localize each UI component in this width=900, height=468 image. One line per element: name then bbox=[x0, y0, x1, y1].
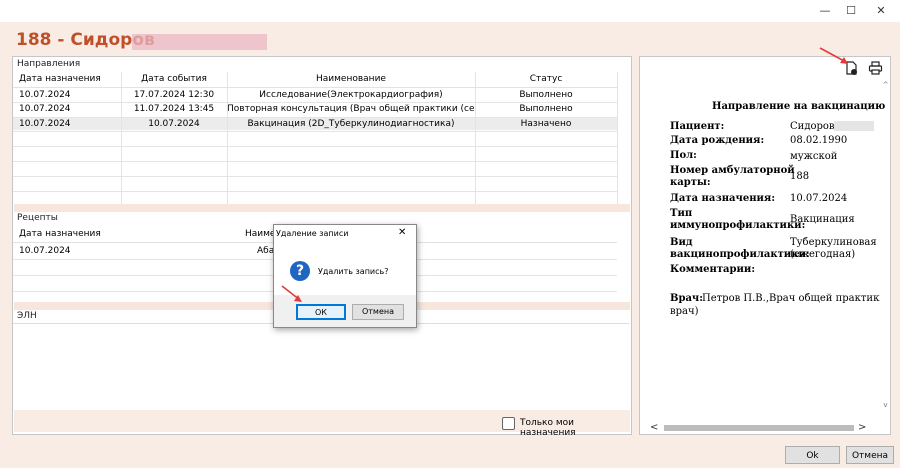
col-event-date[interactable]: Дата события bbox=[121, 72, 227, 87]
recipes-section-label: Рецепты bbox=[17, 213, 58, 223]
col-name[interactable]: Наименование bbox=[227, 72, 475, 87]
redacted-name-block bbox=[132, 34, 267, 50]
field-label: Номер амбулаторной bbox=[670, 165, 795, 176]
table-row[interactable]: 10.07.2024 11.07.2024 13:45 Повторная ко… bbox=[13, 103, 617, 115]
cell-date-assigned: 10.07.2024 bbox=[19, 119, 71, 129]
col-date-assigned[interactable]: Дата назначения bbox=[13, 72, 127, 87]
doctor-value-cont: врач) bbox=[670, 306, 699, 317]
directions-section-label: Направления bbox=[17, 59, 81, 69]
field-value: 10.07.2024 bbox=[790, 193, 848, 204]
cell-date-assigned: 10.07.2024 bbox=[19, 90, 71, 100]
field-label: иммунопрофилактики: bbox=[670, 220, 806, 231]
field-label: Вид bbox=[670, 237, 693, 248]
grid-line bbox=[13, 191, 617, 192]
cell-status: Выполнено bbox=[519, 104, 573, 114]
title-bar: — ☐ ✕ bbox=[0, 0, 900, 22]
eln-section-label: ЭЛН bbox=[17, 311, 37, 321]
field-value: 08.02.1990 bbox=[790, 135, 848, 146]
field-label: Комментарии: bbox=[670, 264, 756, 275]
dialog-title: Удаление записи bbox=[276, 229, 349, 238]
only-mine-label: Только мои назначения bbox=[520, 418, 576, 438]
document-title: Направление на вакцинацию bbox=[712, 101, 886, 112]
arrow-annotation-export bbox=[819, 47, 848, 64]
cell-date-assigned: 10.07.2024 bbox=[19, 246, 71, 256]
field-label: Пол: bbox=[670, 150, 697, 161]
grid-line bbox=[13, 117, 617, 118]
only-mine-checkbox[interactable] bbox=[502, 417, 515, 430]
field-value: Вакцинация bbox=[790, 214, 855, 225]
field-label: Пациент: bbox=[670, 121, 725, 132]
arrow-annotation-ok bbox=[281, 285, 302, 302]
maximize-button[interactable]: ☐ bbox=[836, 0, 866, 22]
grid-line bbox=[13, 146, 617, 147]
ok-button[interactable]: Ok bbox=[785, 446, 840, 464]
grid-line bbox=[475, 72, 476, 204]
main-window: — ☐ ✕ 188 - Сидоров Направления Дата наз… bbox=[0, 0, 900, 468]
directions-grid-header: Дата назначения Дата события Наименовани… bbox=[13, 72, 617, 88]
dialog-close-icon[interactable]: ✕ bbox=[398, 227, 406, 238]
cell-event-date: 10.07.2024 bbox=[148, 119, 200, 129]
cell-status: Назначено bbox=[520, 119, 572, 129]
col-status[interactable]: Статус bbox=[475, 72, 617, 87]
scroll-right-icon[interactable]: > bbox=[858, 422, 866, 433]
field-value: Туберкулиновая п bbox=[790, 237, 880, 248]
cell-event-date: 17.07.2024 12:30 bbox=[133, 90, 215, 100]
field-value: мужской bbox=[790, 151, 838, 162]
cell-name: Исследование(Электрокардиография) bbox=[259, 90, 443, 100]
field-label: вакцинопрофилактики: bbox=[670, 249, 810, 260]
grid-line bbox=[617, 72, 618, 204]
field-label: Дата рождения: bbox=[670, 135, 765, 146]
dialog-ok-button[interactable]: ОК bbox=[296, 304, 346, 320]
redacted-block bbox=[834, 121, 874, 131]
table-row[interactable]: 10.07.2024 17.07.2024 12:30 Исследование… bbox=[13, 89, 617, 101]
grid-line bbox=[121, 72, 122, 204]
col-date-assigned[interactable]: Дата назначения bbox=[13, 227, 127, 242]
field-label: Дата назначения: bbox=[670, 193, 776, 204]
dialog-message: Удалить запись? bbox=[318, 267, 389, 276]
cell-name: Вакцинация (2D_Туберкулинодиагностика) bbox=[247, 119, 455, 129]
vertical-scrollbar[interactable]: ^ v bbox=[881, 81, 890, 421]
section-divider bbox=[14, 204, 630, 212]
cell-status: Выполнено bbox=[519, 90, 573, 100]
cell-event-date: 11.07.2024 13:45 bbox=[133, 104, 215, 114]
field-label: карты: bbox=[670, 177, 711, 188]
print-icon[interactable] bbox=[868, 61, 883, 75]
grid-line bbox=[13, 176, 617, 177]
scroll-down-icon[interactable]: v bbox=[881, 401, 890, 409]
scroll-left-icon[interactable]: < bbox=[650, 422, 658, 433]
dialog-cancel-button[interactable]: Отмена bbox=[352, 304, 404, 320]
grid-line bbox=[13, 102, 617, 103]
field-value: 188 bbox=[790, 171, 810, 182]
cell-date-assigned: 10.07.2024 bbox=[19, 104, 71, 114]
grid-line bbox=[13, 131, 617, 132]
delete-record-dialog: Удаление записи ✕ ? Удалить запись? ОК О… bbox=[273, 224, 417, 328]
close-window-button[interactable]: ✕ bbox=[866, 0, 896, 22]
field-label: Тип bbox=[670, 208, 693, 219]
horizontal-scroll-thumb[interactable] bbox=[664, 425, 854, 431]
scroll-up-icon[interactable]: ^ bbox=[881, 81, 890, 89]
horizontal-scrollbar[interactable]: < > bbox=[640, 422, 880, 434]
document-preview-panel: Направление на вакцинацию Пациент: Сидор… bbox=[639, 56, 891, 435]
grid-line bbox=[13, 161, 617, 162]
cell-name: Повторная консультация (Врач общей практ… bbox=[227, 104, 475, 114]
doctor-value: Петров П.В.,Врач общей практики (се bbox=[702, 293, 880, 304]
grid-line bbox=[227, 72, 228, 204]
doctor-label: Врач: bbox=[670, 293, 703, 304]
cancel-button[interactable]: Отмена bbox=[846, 446, 894, 464]
field-value: (ежегодная) bbox=[790, 249, 856, 260]
question-icon: ? bbox=[290, 261, 310, 281]
table-row-selected[interactable]: 10.07.2024 10.07.2024 Вакцинация (2D_Туб… bbox=[13, 118, 617, 130]
